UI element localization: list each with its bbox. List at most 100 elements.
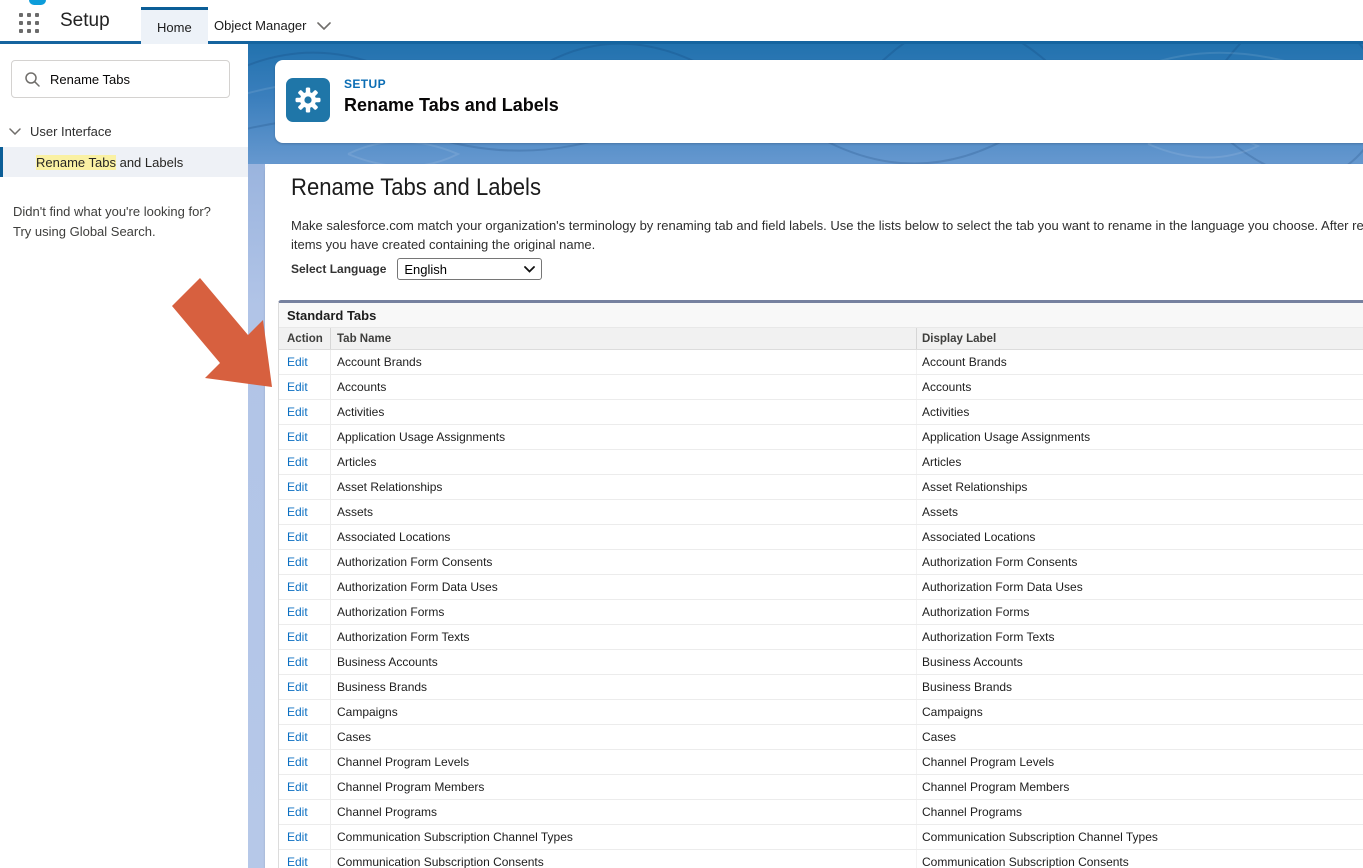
action-cell: Edit xyxy=(279,525,331,549)
sidebar-help-text: Didn't find what you're looking for? Try… xyxy=(13,202,233,242)
display-label-cell: Application Usage Assignments xyxy=(917,425,1363,449)
table-row: Edit Authorization Form Data Uses Authoriz… xyxy=(279,575,1363,600)
display-label-cell: Campaigns xyxy=(917,700,1363,724)
description-line-2: items you have created containing the or… xyxy=(291,235,1363,254)
table-row: EditArticlesArticles xyxy=(279,450,1363,475)
table-row: Edit Campaigns Campaigns xyxy=(279,700,1363,725)
action-cell: Edit xyxy=(279,675,331,699)
table-header-row: Action Tab Name Display Label xyxy=(279,328,1363,350)
edit-link[interactable]: Edit xyxy=(287,680,308,694)
search-input[interactable] xyxy=(50,72,210,87)
tab-name-cell: Channel Program Levels xyxy=(331,750,917,774)
tab-name-cell: Channel Program Members xyxy=(331,775,917,799)
chevron-down-icon xyxy=(317,18,331,33)
action-cell: Edit xyxy=(279,800,331,824)
display-label-text: Communication Subscription Consents xyxy=(922,855,1129,868)
edit-link[interactable]: Edit xyxy=(287,355,308,369)
column-header-action: Action xyxy=(279,328,331,349)
tab-name-text: Campaigns xyxy=(337,705,398,719)
action-cell: Edit xyxy=(279,425,331,449)
tab-name-text: Application Usage Assignments xyxy=(337,430,505,444)
edit-link[interactable]: Edit xyxy=(287,605,308,619)
tab-name-cell: Authorization Form Data Uses xyxy=(331,575,917,599)
edit-link[interactable]: Edit xyxy=(287,780,308,794)
tab-name-cell: Authorization Form Consents xyxy=(331,550,917,574)
tab-name-cell: Cases xyxy=(331,725,917,749)
sidebar-item-label-rest: and Labels xyxy=(116,155,183,170)
display-label-cell: Authorization Forms xyxy=(917,600,1363,624)
display-label-cell: Channel Program Levels xyxy=(917,750,1363,774)
setup-eyebrow-label: SETUP xyxy=(344,77,386,91)
table-row: EditBusiness AccountsBusiness Accounts xyxy=(279,650,1363,675)
language-select[interactable]: English xyxy=(397,258,542,280)
tab-name-text: Authorization Form Consents xyxy=(337,555,492,569)
language-select-label: Select Language xyxy=(291,262,386,276)
tab-name-cell: Authorization Form Texts xyxy=(331,625,917,649)
page-header-title: Rename Tabs and Labels xyxy=(344,95,559,116)
display-label-cell: Authorization Form Texts xyxy=(917,625,1363,649)
tab-name-text: Business Brands xyxy=(337,680,427,694)
tab-name-text: Channel Programs xyxy=(337,805,437,819)
sidebar-section-user-interface[interactable]: User Interface xyxy=(0,117,248,145)
tab-name-cell: Assets xyxy=(331,500,917,524)
sidebar-search-box[interactable] xyxy=(11,60,230,98)
display-label-text: Communication Subscription Channel Types xyxy=(922,830,1158,844)
tab-name-text: Cases xyxy=(337,730,371,744)
app-launcher-icon[interactable] xyxy=(19,13,43,37)
top-nav: Setup Home Object Manager xyxy=(0,0,1363,44)
table-section-title: Standard Tabs xyxy=(287,308,376,323)
display-label-text: Campaigns xyxy=(922,705,983,719)
edit-link[interactable]: Edit xyxy=(287,455,308,469)
table-row: Edit Communication Subscription Channel T… xyxy=(279,825,1363,850)
edit-link[interactable]: Edit xyxy=(287,555,308,569)
tab-name-cell: Business Brands xyxy=(331,675,917,699)
edit-link[interactable]: Edit xyxy=(287,430,308,444)
edit-link[interactable]: Edit xyxy=(287,805,308,819)
action-cell: Edit xyxy=(279,825,331,849)
sidebar-scroll-gutter[interactable] xyxy=(248,164,265,868)
app-launcher-dot xyxy=(19,13,23,17)
edit-link[interactable]: Edit xyxy=(287,730,308,744)
tab-name-cell: Accounts xyxy=(331,375,917,399)
page-description: Make salesforce.com match your organizat… xyxy=(291,216,1363,254)
tab-name-cell: Asset Relationships xyxy=(331,475,917,499)
edit-link[interactable]: Edit xyxy=(287,380,308,394)
tab-name-text: Activities xyxy=(337,405,384,419)
app-launcher-dot xyxy=(35,21,39,25)
edit-link[interactable]: Edit xyxy=(287,530,308,544)
edit-link[interactable]: Edit xyxy=(287,705,308,719)
tab-name-text: Accounts xyxy=(337,380,386,394)
tab-object-manager[interactable]: Object Manager xyxy=(198,7,347,44)
table-row: EditChannel ProgramsChannel Programs xyxy=(279,800,1363,825)
display-label-text: Authorization Form Texts xyxy=(922,630,1055,644)
column-header-tab-name: Tab Name xyxy=(331,328,917,349)
action-cell: Edit xyxy=(279,725,331,749)
edit-link[interactable]: Edit xyxy=(287,405,308,419)
table-row: EditAuthorization Form ConsentsAuthoriza… xyxy=(279,550,1363,575)
table-row: Edit Channel Program LevelsChannel Progra… xyxy=(279,750,1363,775)
tab-name-text: Authorization Form Texts xyxy=(337,630,470,644)
edit-link[interactable]: Edit xyxy=(287,655,308,669)
action-cell: Edit xyxy=(279,475,331,499)
app-launcher-dot xyxy=(35,29,39,33)
display-label-cell: Business Brands xyxy=(917,675,1363,699)
edit-link[interactable]: Edit xyxy=(287,755,308,769)
table-row: EditAssociated LocationsAssociated Locat… xyxy=(279,525,1363,550)
edit-link[interactable]: Edit xyxy=(287,830,308,844)
display-label-text: Cases xyxy=(922,730,956,744)
app-launcher-dot xyxy=(35,13,39,17)
action-cell: Edit xyxy=(279,775,331,799)
display-label-text: Authorization Form Data Uses xyxy=(922,580,1083,594)
tab-name-cell: Activities xyxy=(331,400,917,424)
edit-link[interactable]: Edit xyxy=(287,855,308,868)
display-label-cell: Accounts xyxy=(917,375,1363,399)
edit-link[interactable]: Edit xyxy=(287,580,308,594)
edit-link[interactable]: Edit xyxy=(287,630,308,644)
edit-link[interactable]: Edit xyxy=(287,505,308,519)
sidebar-item-rename-tabs-and-labels[interactable]: Rename Tabs and Labels xyxy=(0,147,248,177)
table-section-header: Standard Tabs xyxy=(279,303,1363,328)
salesforce-logo-fragment xyxy=(29,0,46,5)
display-label-cell: Communication Subscription Channel Types xyxy=(917,825,1363,849)
edit-link[interactable]: Edit xyxy=(287,480,308,494)
tab-name-cell: Articles xyxy=(331,450,917,474)
